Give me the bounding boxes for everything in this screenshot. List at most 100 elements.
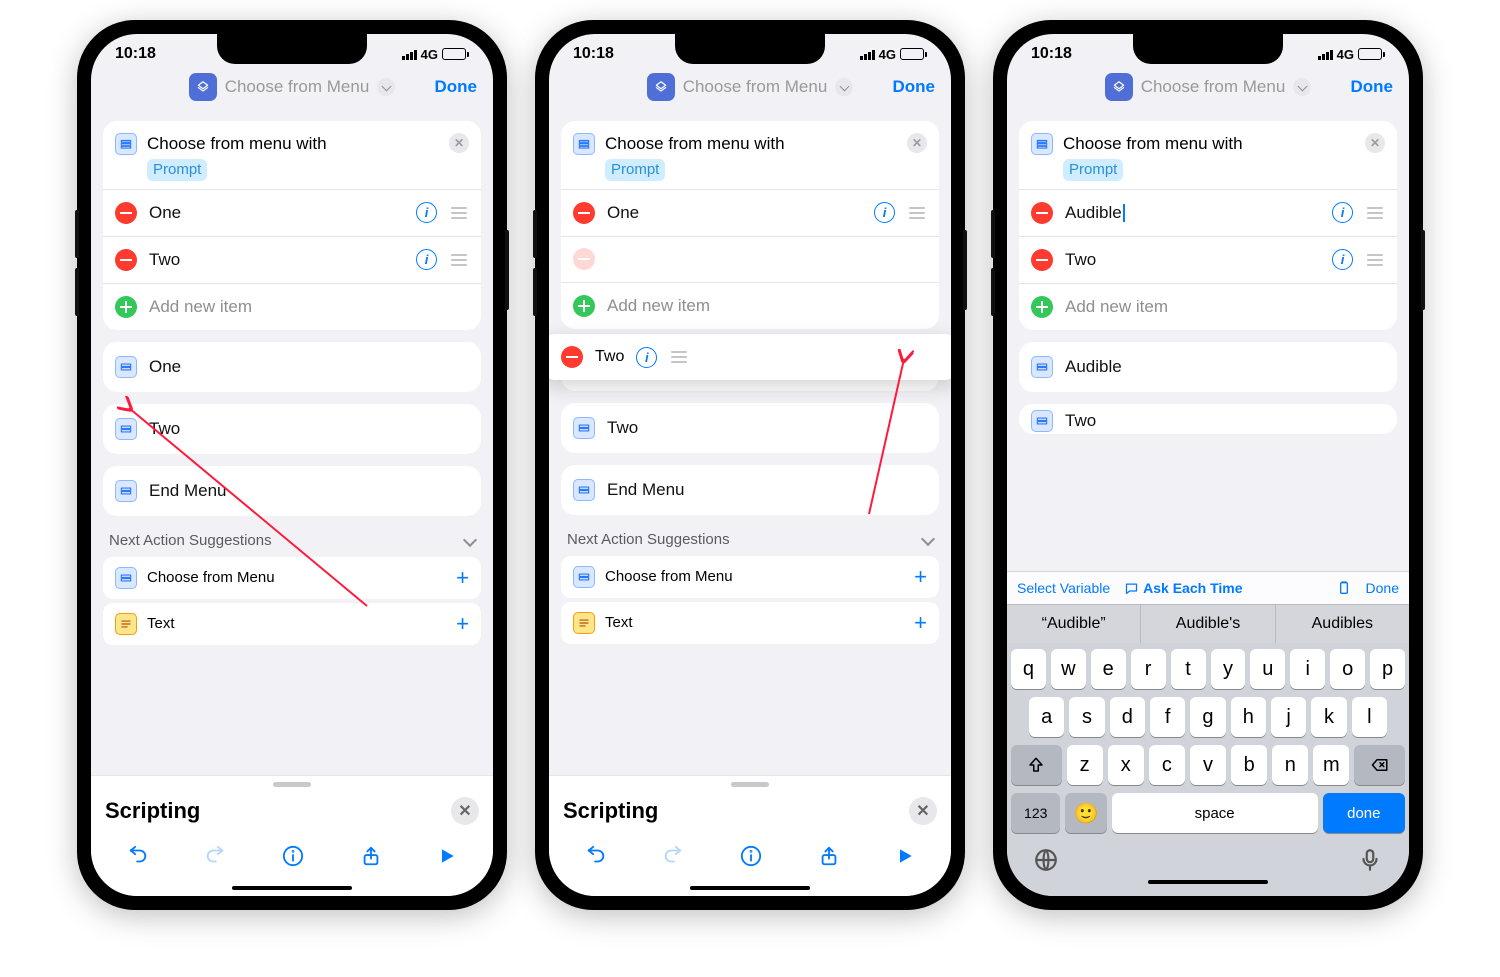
menu-item-row[interactable]: Twoi — [103, 236, 481, 283]
key-i[interactable]: i — [1290, 649, 1325, 689]
info-icon[interactable]: i — [874, 202, 895, 223]
done-button[interactable]: Done — [435, 77, 478, 97]
prompt-token[interactable]: Prompt — [147, 159, 207, 181]
drag-handle-icon[interactable] — [669, 351, 689, 363]
add-icon[interactable] — [1031, 296, 1053, 318]
key-n[interactable]: n — [1272, 745, 1308, 785]
emoji-key[interactable]: 🙂 — [1065, 793, 1106, 833]
prediction[interactable]: Audible's — [1141, 605, 1275, 643]
redo-button[interactable] — [662, 845, 684, 872]
key-y[interactable]: y — [1211, 649, 1246, 689]
key-l[interactable]: l — [1352, 697, 1387, 737]
delete-icon[interactable] — [115, 202, 137, 224]
key-u[interactable]: u — [1250, 649, 1285, 689]
add-item-row[interactable]: Add new item — [103, 283, 481, 330]
menu-item-row[interactable]: Audible i — [1019, 189, 1397, 236]
done-button[interactable]: Done — [1351, 77, 1394, 97]
home-indicator[interactable] — [1148, 880, 1268, 884]
menu-item-input[interactable]: Audible — [1065, 203, 1320, 223]
key-j[interactable]: j — [1271, 697, 1306, 737]
key-v[interactable]: v — [1190, 745, 1226, 785]
screen-title[interactable]: Choose from Menu — [683, 77, 828, 97]
numeric-key[interactable]: 123 — [1011, 793, 1060, 833]
delete-icon[interactable] — [573, 202, 595, 224]
add-suggestion-icon[interactable]: + — [456, 613, 469, 635]
info-button[interactable] — [740, 845, 762, 872]
undo-button[interactable] — [127, 845, 149, 872]
drag-handle-icon[interactable] — [1365, 207, 1385, 219]
chevron-down-icon[interactable] — [463, 533, 477, 547]
info-icon[interactable]: i — [416, 249, 437, 270]
title-dropdown[interactable] — [377, 78, 395, 96]
menu-item-row[interactable]: Twoi — [1019, 236, 1397, 283]
prompt-token[interactable]: Prompt — [1063, 159, 1123, 181]
dragging-item[interactable]: Two i — [549, 334, 951, 380]
suggestion-row[interactable]: Choose from Menu+ — [103, 557, 481, 599]
collapse-icon[interactable]: ✕ — [907, 133, 927, 153]
screen-title[interactable]: Choose from Menu — [1141, 77, 1286, 97]
grabber-icon[interactable] — [731, 782, 769, 787]
clipboard-button[interactable] — [1336, 580, 1352, 596]
info-icon[interactable]: i — [1332, 249, 1353, 270]
key-s[interactable]: s — [1069, 697, 1104, 737]
add-icon[interactable] — [573, 295, 595, 317]
drag-handle-icon[interactable] — [449, 207, 469, 219]
key-w[interactable]: w — [1051, 649, 1086, 689]
share-button[interactable] — [818, 845, 840, 872]
key-r[interactable]: r — [1131, 649, 1166, 689]
key-d[interactable]: d — [1110, 697, 1145, 737]
globe-key[interactable] — [1033, 847, 1059, 878]
delete-icon[interactable] — [561, 346, 583, 368]
key-t[interactable]: t — [1171, 649, 1206, 689]
key-m[interactable]: m — [1313, 745, 1349, 785]
search-sheet[interactable]: Scripting✕ — [549, 775, 951, 896]
info-icon[interactable]: i — [1332, 202, 1353, 223]
keyboard-done-key[interactable]: done — [1323, 793, 1405, 833]
add-suggestion-icon[interactable]: + — [914, 566, 927, 588]
key-f[interactable]: f — [1150, 697, 1185, 737]
search-sheet[interactable]: Scripting✕ — [91, 775, 493, 896]
key-q[interactable]: q — [1011, 649, 1046, 689]
title-dropdown[interactable] — [1293, 78, 1311, 96]
suggestion-row[interactable]: Text+ — [561, 602, 939, 644]
menu-item-row[interactable]: Onei — [561, 189, 939, 236]
prediction[interactable]: “Audible” — [1007, 605, 1141, 643]
suggestion-row[interactable]: Text+ — [103, 603, 481, 645]
close-icon[interactable]: ✕ — [909, 797, 937, 825]
add-item-row[interactable]: Add new item — [561, 282, 939, 329]
close-icon[interactable]: ✕ — [451, 797, 479, 825]
info-icon[interactable]: i — [636, 347, 657, 368]
ask-each-time-button[interactable]: Ask Each Time — [1124, 580, 1242, 596]
chevron-down-icon[interactable] — [921, 532, 935, 546]
collapse-icon[interactable]: ✕ — [449, 133, 469, 153]
key-a[interactable]: a — [1029, 697, 1064, 737]
key-k[interactable]: k — [1311, 697, 1346, 737]
home-indicator[interactable] — [232, 886, 352, 890]
grabber-icon[interactable] — [273, 782, 311, 787]
title-dropdown[interactable] — [835, 78, 853, 96]
select-variable-button[interactable]: Select Variable — [1017, 580, 1110, 596]
play-button[interactable] — [437, 846, 457, 871]
end-menu-card[interactable]: End Menu — [103, 466, 481, 516]
suggestion-row[interactable]: Choose from Menu+ — [561, 556, 939, 598]
prompt-token[interactable]: Prompt — [605, 159, 665, 181]
add-suggestion-icon[interactable]: + — [456, 567, 469, 589]
delete-icon[interactable] — [1031, 249, 1053, 271]
undo-button[interactable] — [585, 845, 607, 872]
drag-handle-icon[interactable] — [907, 207, 927, 219]
case-card[interactable]: One — [103, 342, 481, 392]
share-button[interactable] — [360, 845, 382, 872]
space-key[interactable]: space — [1112, 793, 1318, 833]
key-p[interactable]: p — [1370, 649, 1405, 689]
drag-handle-icon[interactable] — [449, 254, 469, 266]
menu-item-row[interactable]: Onei — [103, 189, 481, 236]
case-card[interactable]: Two — [1019, 404, 1397, 434]
key-c[interactable]: c — [1149, 745, 1185, 785]
done-button[interactable]: Done — [893, 77, 936, 97]
redo-button[interactable] — [204, 845, 226, 872]
key-b[interactable]: b — [1231, 745, 1267, 785]
case-card[interactable]: Audible — [1019, 342, 1397, 392]
key-h[interactable]: h — [1231, 697, 1266, 737]
backspace-key[interactable] — [1354, 745, 1405, 785]
add-icon[interactable] — [115, 296, 137, 318]
